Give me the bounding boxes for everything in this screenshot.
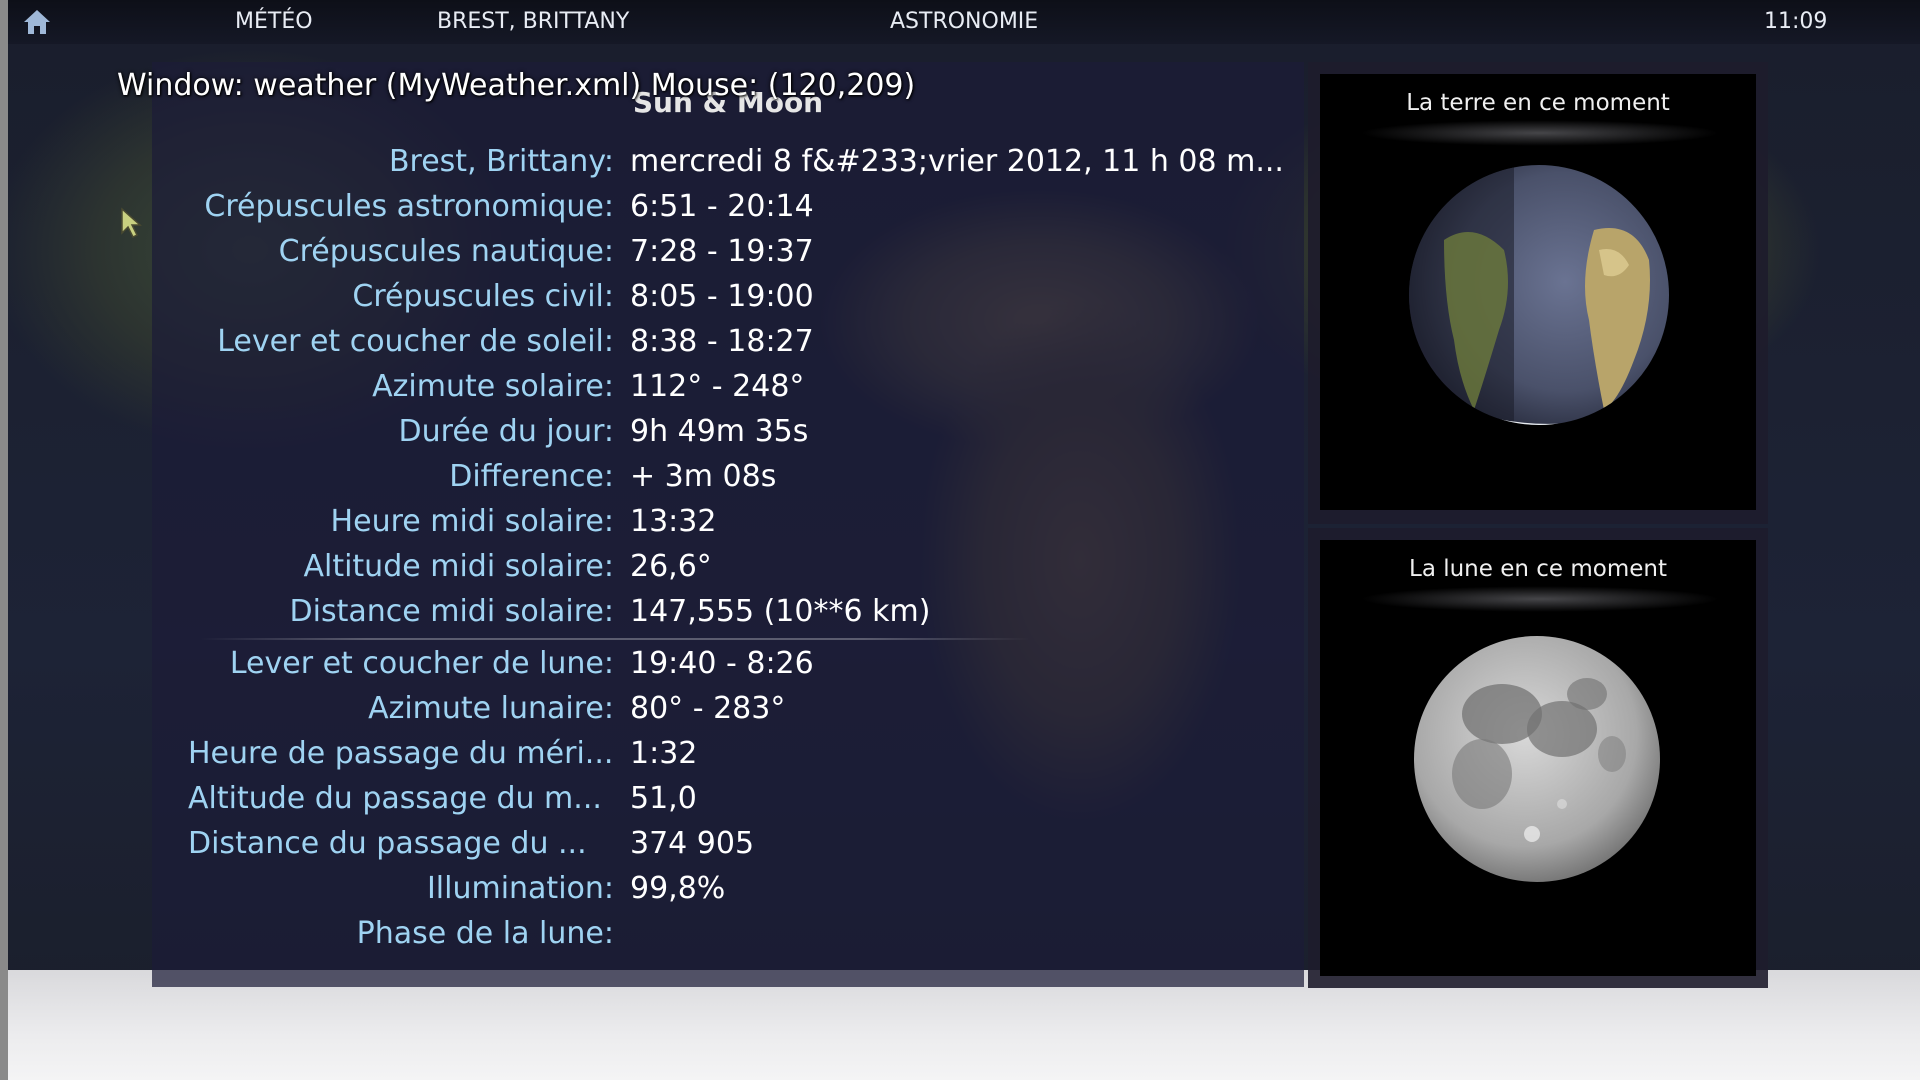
row-label: Crépuscules civil: [352,279,614,314]
earth-globe-image [1409,165,1669,425]
row-label: Durée du jour: [398,414,614,449]
row-label: Heure de passage du méri... [188,736,614,771]
info-row-meridian-time: Heure de passage du méri... 1:32 [152,736,1302,780]
row-value: 9h 49m 35s [630,414,809,449]
row-value: 1:32 [630,736,698,771]
row-label: Heure midi solaire: [330,504,614,539]
info-row-moonrise-moonset: Lever et coucher de lune: 19:40 - 8:26 [152,646,1302,690]
info-row-solar-noon-altitude: Altitude midi solaire: 26,6° [152,549,1302,593]
info-row-astronomical-twilight: Crépuscules astronomique: 6:51 - 20:14 [152,189,1302,233]
debug-window-info: Window: weather (MyWeather.xml) Mouse: (… [117,68,916,103]
info-row-location: Brest, Brittany: mercredi 8 f&#233;vrier… [152,144,1302,188]
row-value: 374 905 [630,826,755,861]
info-row-illumination: Illumination: 99,8% [152,871,1302,915]
info-row-civil-twilight: Crépuscules civil: 8:05 - 19:00 [152,279,1302,323]
row-value: 26,6° [630,549,712,584]
menu-meteo[interactable]: MÉTÉO [235,9,313,34]
row-value: 6:51 - 20:14 [630,189,814,224]
row-label: Lever et coucher de soleil: [217,324,614,359]
info-row-day-length: Durée du jour: 9h 49m 35s [152,414,1302,458]
row-value: 99,8% [630,871,726,906]
info-row-lunar-azimuth: Azimute lunaire: 80° - 283° [152,691,1302,735]
row-label: Difference: [449,459,614,494]
top-menu-bar: MÉTÉO BREST, BRITTANY ASTRONOMIE 11:09 [8,0,1920,44]
info-row-sunrise-sunset: Lever et coucher de soleil: 8:38 - 18:27 [152,324,1302,368]
row-label: Distance du passage du ... [188,826,587,861]
row-value: 51,0 [630,781,697,816]
row-label: Brest, Brittany: [388,144,614,179]
row-value: + 3m 08s [630,459,777,494]
menu-astronomie[interactable]: ASTRONOMIE [890,9,1038,34]
row-label: Azimute solaire: [372,369,614,404]
row-label: Lever et coucher de lune: [229,646,614,681]
row-label: Azimute lunaire: [368,691,614,726]
row-label: Illumination: [426,871,614,906]
info-row-solar-noon: Heure midi solaire: 13:32 [152,504,1302,548]
window-edge [0,0,8,1080]
section-divider [200,638,1030,640]
moon-panel-title: La lune en ce moment [1409,556,1667,582]
row-label: Altitude midi solaire: [303,549,614,584]
info-row-nautical-twilight: Crépuscules nautique: 7:28 - 19:37 [152,234,1302,278]
row-value: 13:32 [630,504,717,539]
info-row-difference: Difference: + 3m 08s [152,459,1302,503]
moon-title-glow [1360,586,1720,612]
clock-time: 11:09 [1764,9,1828,34]
info-row-solar-noon-distance: Distance midi solaire: 147,555 (10**6 km… [152,594,1302,638]
info-row-solar-azimuth: Azimute solaire: 112° - 248° [152,369,1302,413]
earth-title-glow [1360,120,1720,146]
row-label: Crépuscules astronomique: [204,189,614,224]
menu-location[interactable]: BREST, BRITTANY [437,9,629,34]
row-label: Crépuscules nautique: [278,234,614,269]
info-row-meridian-altitude: Altitude du passage du m... 51,0 [152,781,1302,825]
moon-image [1414,636,1660,882]
row-label: Altitude du passage du m... [188,781,602,816]
info-row-moon-phase: Phase de la lune: [152,916,1302,960]
row-label: Distance midi solaire: [289,594,614,629]
row-value: 7:28 - 19:37 [630,234,814,269]
row-value: 8:05 - 19:00 [630,279,814,314]
earth-panel-title: La terre en ce moment [1406,90,1670,116]
home-icon[interactable] [22,8,52,36]
row-label: Phase de la lune: [356,916,614,951]
row-value: 80° - 283° [630,691,786,726]
row-value: 8:38 - 18:27 [630,324,814,359]
mouse-cursor-icon [121,207,142,239]
row-value: 147,555 (10**6 km) [630,594,931,629]
row-value: 112° - 248° [630,369,805,404]
row-value: mercredi 8 f&#233;vrier 2012, 11 h 08 m.… [630,144,1284,179]
row-value: 19:40 - 8:26 [630,646,814,681]
info-row-meridian-distance: Distance du passage du ... 374 905 [152,826,1302,870]
